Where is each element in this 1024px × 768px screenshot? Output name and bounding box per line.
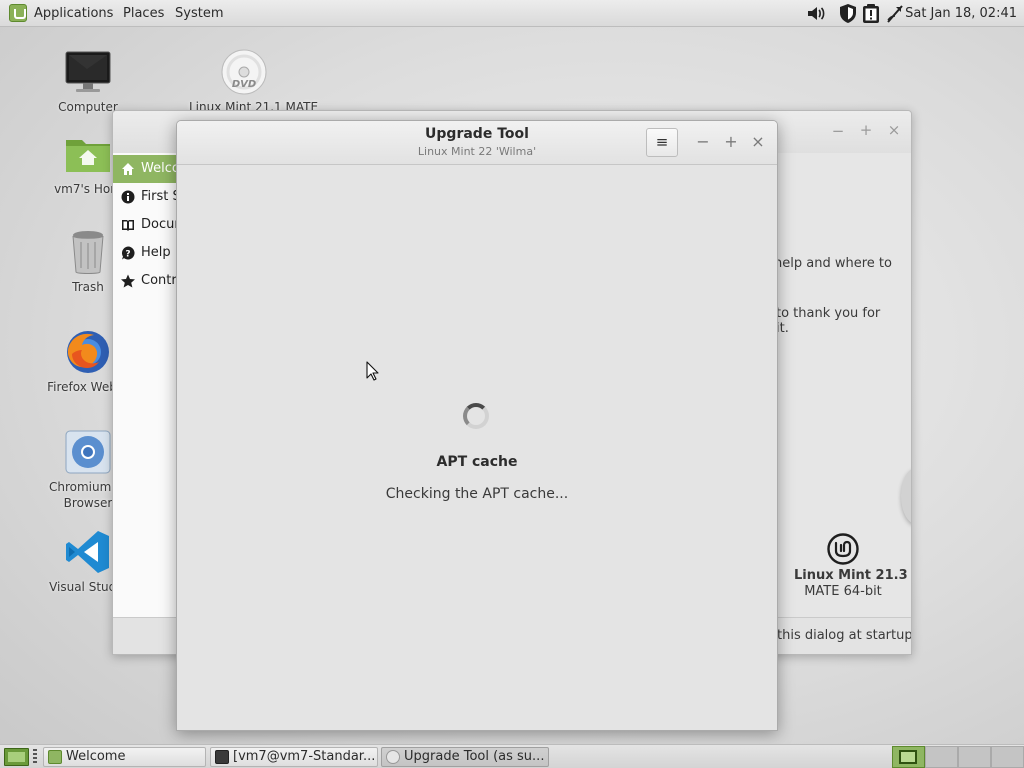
main-menu-button[interactable]: ≡ (646, 128, 678, 157)
trash-icon (64, 228, 112, 276)
update-manager-icon[interactable] (861, 3, 881, 24)
welcome-maximize-button[interactable]: + (858, 121, 874, 139)
loading-spinner-icon (463, 403, 489, 429)
upgrade-tool-headerbar: Upgrade Tool Linux Mint 22 'Wilma' ≡ − +… (177, 121, 777, 165)
menu-system[interactable]: System (175, 0, 223, 27)
chromium-icon (64, 428, 112, 476)
show-at-startup-label[interactable]: this dialog at startup (777, 628, 911, 643)
shield-icon[interactable] (838, 3, 858, 24)
sidebar-item-label: Help (141, 245, 171, 260)
sidebar-item-label: First S (141, 189, 181, 204)
desktop-icon-computer[interactable]: Computer (33, 48, 143, 115)
home-folder-icon (64, 130, 112, 178)
mouse-pointer-icon (366, 361, 379, 381)
status-detail: Checking the APT cache... (385, 486, 569, 502)
sidebar-item-contribute[interactable]: Contri (113, 267, 183, 295)
book-icon (121, 218, 135, 232)
welcome-minimize-button[interactable]: − (830, 122, 846, 140)
dvd-icon: DVD (220, 48, 268, 96)
mint-logo-icon (827, 533, 859, 565)
workspace-1[interactable] (892, 746, 925, 768)
decorative-shape (901, 468, 911, 524)
volume-icon[interactable] (806, 3, 826, 24)
window-subtitle: Linux Mint 22 'Wilma' (417, 145, 537, 158)
sidebar-item-label: Docur (141, 217, 180, 232)
mint-menu-icon[interactable] (9, 4, 27, 22)
sidebar-item-first-steps[interactable]: First S (113, 183, 183, 211)
sidebar-item-documentation[interactable]: Docur (113, 211, 183, 239)
top-panel: Applications Places System Sat Jan 18, 0… (0, 0, 1024, 27)
taskbar-item-upgrade-tool[interactable]: Upgrade Tool (as su... (381, 747, 549, 767)
taskbar-item-label: Welcome (66, 749, 126, 764)
panel-handle[interactable] (33, 749, 37, 765)
bottom-panel: Welcome [vm7@vm7-Standar... Upgrade Tool… (0, 744, 1024, 768)
welcome-text-line: to thank you for (776, 306, 881, 321)
desktop-icon-dvd[interactable]: DVD Linux Mint 21.1 MATE (189, 48, 318, 115)
taskbar-item-label: [vm7@vm7-Standar... (233, 749, 376, 764)
terminal-icon (215, 750, 229, 764)
close-button[interactable]: × (750, 132, 766, 152)
minimize-button[interactable]: − (695, 132, 711, 152)
hamburger-icon: ≡ (655, 133, 669, 151)
menu-applications[interactable]: Applications (34, 0, 113, 27)
sidebar-item-help[interactable]: ? Help (113, 239, 183, 267)
taskbar-item-label: Upgrade Tool (as su... (404, 749, 545, 764)
svg-text:DVD: DVD (232, 79, 256, 90)
vscode-icon (64, 528, 112, 576)
network-icon[interactable] (885, 3, 905, 24)
workspace-4[interactable] (991, 746, 1024, 768)
monitor-icon (64, 48, 112, 96)
upgrade-tool-window: Upgrade Tool Linux Mint 22 'Wilma' ≡ − +… (176, 120, 778, 731)
sidebar-item-welcome[interactable]: Welco (113, 155, 183, 183)
welcome-close-button[interactable]: × (886, 121, 902, 139)
help-icon: ? (121, 246, 135, 260)
sidebar-item-label: Welco (141, 161, 180, 176)
workspace-2[interactable] (925, 746, 958, 768)
upgrade-tool-icon (386, 750, 400, 764)
menu-places[interactable]: Places (123, 0, 164, 27)
window-title: Upgrade Tool (425, 126, 529, 142)
svg-text:?: ? (125, 250, 130, 260)
info-icon (121, 190, 135, 204)
mint-welcome-icon (48, 750, 62, 764)
maximize-button[interactable]: + (723, 132, 739, 152)
home-icon (121, 162, 135, 176)
welcome-text-line: help and where to (774, 256, 892, 271)
workspace-3[interactable] (958, 746, 991, 768)
mint-version-name: Linux Mint 21.3 (794, 568, 908, 583)
taskbar-item-welcome[interactable]: Welcome (43, 747, 206, 767)
taskbar-item-terminal[interactable]: [vm7@vm7-Standar... (210, 747, 378, 767)
status-title: APT cache (436, 454, 518, 470)
sidebar-item-label: Contri (141, 273, 181, 288)
clock[interactable]: Sat Jan 18, 02:41 (905, 0, 1017, 27)
welcome-sidebar: Welco First S Docur ? Help Contri (113, 153, 183, 617)
mint-edition: MATE 64-bit (804, 584, 882, 599)
show-desktop-icon[interactable] (4, 748, 29, 766)
firefox-icon (64, 328, 112, 376)
star-icon (121, 274, 135, 288)
